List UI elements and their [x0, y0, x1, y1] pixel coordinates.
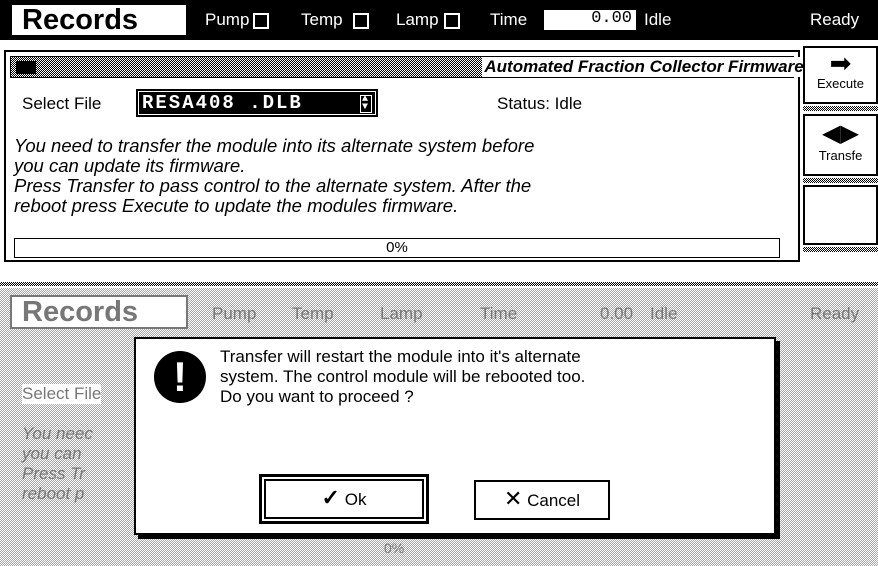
transfer-arrows-icon: ◀▶	[822, 120, 859, 147]
selected-file-value: RESA408 .DLB	[142, 92, 303, 114]
time-value: 0.00	[544, 10, 636, 30]
cancel-button[interactable]: ✕ Cancel	[474, 480, 610, 520]
instruction-message: You need to transfer the module into its…	[14, 136, 794, 216]
lamp-status-box	[444, 13, 460, 29]
progress-text: 0%	[386, 239, 408, 256]
window-menu-icon[interactable]	[16, 61, 36, 74]
execute-button[interactable]: ➡ Execute	[803, 46, 878, 104]
background-idle-status: Idle	[650, 304, 678, 323]
cancel-button-label: Cancel	[527, 491, 581, 510]
dialog-message: Transfer will restart the module into it…	[220, 347, 770, 407]
idle-status: Idle	[644, 10, 672, 29]
background-message-line: you can	[22, 444, 82, 463]
side-divider	[803, 178, 878, 183]
temp-label: Temp	[301, 10, 343, 29]
exclamation-warning-icon: !	[154, 351, 206, 403]
side-divider	[803, 106, 878, 111]
file-select-dropdown[interactable]: RESA408 .DLB ▲ ▼	[136, 89, 378, 117]
dialog-message-line: Transfer will restart the module into it…	[220, 347, 581, 366]
empty-side-button[interactable]	[803, 185, 878, 245]
records-tab[interactable]: Records	[10, 3, 188, 37]
background-select-label: Select File	[22, 384, 102, 404]
transfer-button[interactable]: ◀▶ Transfe	[803, 114, 878, 176]
message-line: reboot press Execute to update the modul…	[14, 195, 459, 216]
background-message: You neec you can Press Tr reboot p	[22, 424, 93, 504]
background-message-line: You neec	[22, 424, 93, 443]
background-pump-label: Pump	[212, 304, 257, 323]
background-progress-text: 0%	[384, 540, 405, 556]
background-message-line: reboot p	[22, 484, 85, 503]
right-arrow-icon: ➡	[829, 48, 852, 78]
progress-bar: 0%	[14, 238, 780, 258]
temp-status-box	[353, 13, 369, 29]
pump-label: Pump	[205, 10, 250, 29]
status-text: Status: Idle	[497, 94, 583, 113]
transfer-button-label: Transfe	[818, 148, 863, 163]
message-line: you can update its firmware.	[14, 155, 246, 176]
dialog-message-line: Do you want to proceed ?	[220, 387, 414, 406]
pump-status-box	[253, 13, 269, 29]
background-time-label: Time	[480, 304, 518, 323]
screen-separator	[0, 282, 878, 286]
ready-status: Ready	[810, 10, 860, 29]
ok-button[interactable]: ✓ Ok	[259, 474, 429, 524]
background-time-value: 0.00	[600, 304, 634, 323]
background-records-tab: Records	[10, 295, 188, 329]
x-close-icon: ✕	[503, 486, 523, 511]
background-message-line: Press Tr	[22, 464, 85, 483]
dialog-message-line: system. The control module will be reboo…	[220, 367, 586, 386]
ok-button-label: Ok	[344, 490, 367, 509]
checkmark-icon: ✓	[321, 485, 340, 510]
background-ready-status: Ready	[810, 304, 860, 323]
time-label: Time	[490, 10, 528, 29]
message-line: Press Transfer to pass control to the al…	[14, 175, 532, 196]
message-line: You need to transfer the module into its…	[14, 135, 535, 156]
lamp-label: Lamp	[396, 10, 439, 29]
execute-button-label: Execute	[817, 76, 864, 91]
spinner-arrows-icon[interactable]: ▲ ▼	[360, 95, 372, 113]
background-lamp-label: Lamp	[380, 304, 423, 323]
background-temp-label: Temp	[292, 304, 334, 323]
select-file-label: Select File	[22, 94, 102, 113]
side-divider	[803, 247, 878, 252]
